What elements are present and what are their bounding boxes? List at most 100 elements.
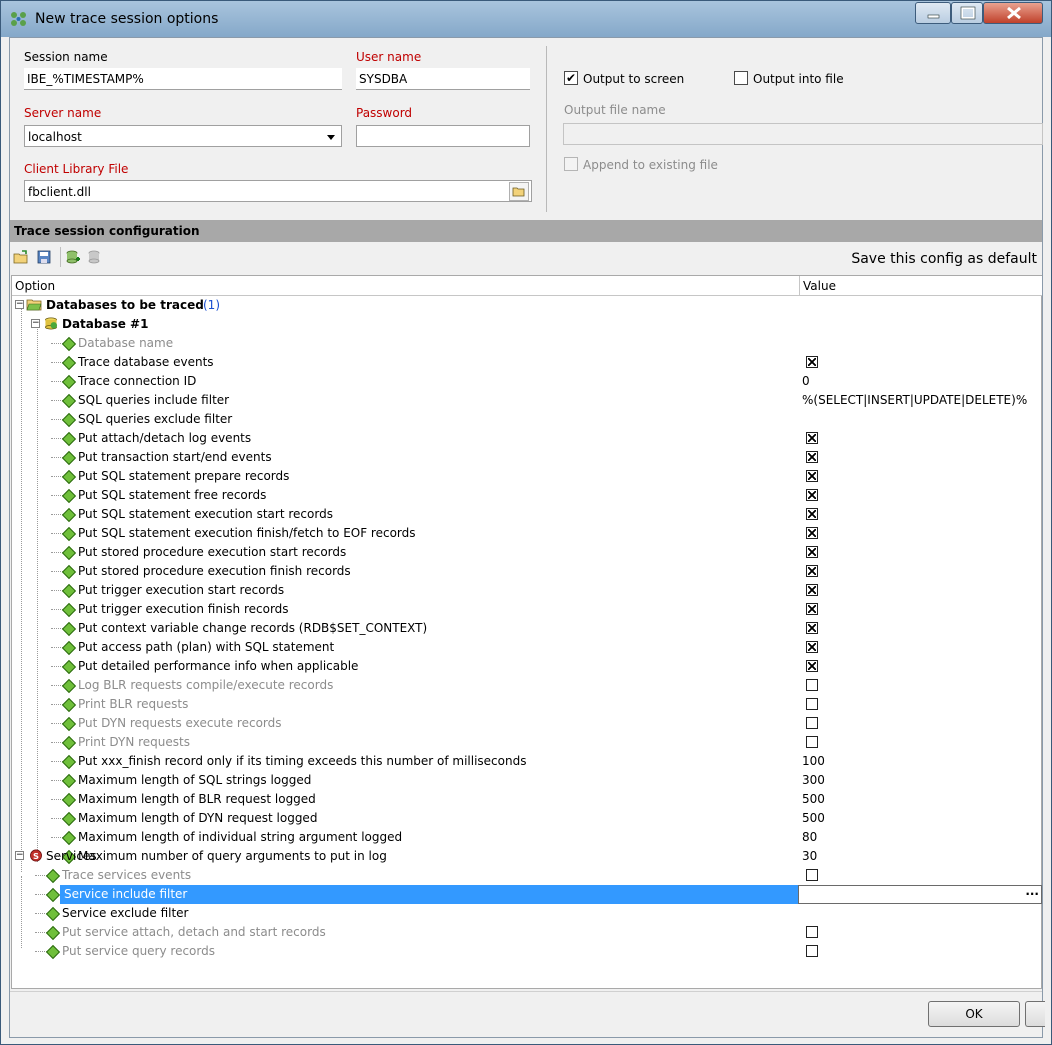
option-value-checkbox[interactable] xyxy=(806,679,818,691)
option-value-checkbox[interactable] xyxy=(806,717,818,729)
chevron-down-icon[interactable] xyxy=(322,127,340,146)
session-name-label: Session name xyxy=(24,50,108,64)
collapse-icon[interactable]: − xyxy=(31,319,40,328)
option-row[interactable]: Put trigger execution start records xyxy=(12,581,1042,600)
collapse-icon[interactable]: − xyxy=(15,851,24,860)
option-value[interactable]: 80 xyxy=(802,830,817,844)
option-row[interactable]: Maximum length of DYN request logged 500 xyxy=(12,809,1042,828)
option-row[interactable]: Put SQL statement execution start record… xyxy=(12,505,1042,524)
option-value-checkbox[interactable] xyxy=(806,356,818,368)
option-value-checkbox[interactable] xyxy=(806,622,818,634)
option-label: Service exclude filter xyxy=(62,906,189,920)
option-row[interactable]: Put SQL statement prepare records xyxy=(12,467,1042,486)
ellipsis-button[interactable]: ... xyxy=(1025,884,1039,898)
remove-database-icon[interactable] xyxy=(87,249,103,265)
option-row[interactable]: Put detailed performance info when appli… xyxy=(12,657,1042,676)
option-row[interactable]: Service include filter... xyxy=(12,884,1042,904)
option-value[interactable]: 300 xyxy=(802,773,825,787)
option-value-checkbox[interactable] xyxy=(806,527,818,539)
option-row[interactable]: Put SQL statement execution finish/fetch… xyxy=(12,524,1042,543)
option-value-checkbox[interactable] xyxy=(806,945,818,957)
cancel-button[interactable] xyxy=(1025,1001,1045,1027)
option-row[interactable]: SQL queries include filter %(SELECT|INSER… xyxy=(12,391,1042,410)
option-value-checkbox[interactable] xyxy=(806,451,818,463)
output-into-file-checkbox[interactable] xyxy=(734,71,748,85)
output-file-name-field[interactable] xyxy=(563,123,1043,145)
option-value-checkbox[interactable] xyxy=(806,489,818,501)
option-value-checkbox[interactable] xyxy=(806,432,818,444)
session-name-field[interactable]: IBE_%TIMESTAMP% xyxy=(24,68,342,90)
option-value[interactable]: 100 xyxy=(802,754,825,768)
option-row[interactable]: Log BLR requests compile/execute records xyxy=(12,676,1042,695)
option-value-checkbox[interactable] xyxy=(806,508,818,520)
tree-node-services[interactable]: − S Services xyxy=(12,847,1042,866)
add-database-icon[interactable] xyxy=(65,249,81,265)
minimize-button[interactable] xyxy=(915,2,951,24)
save-config-default-link[interactable]: Save this config as default xyxy=(851,251,1037,267)
append-checkbox[interactable] xyxy=(564,157,578,171)
option-diamond-icon xyxy=(61,469,77,485)
option-row[interactable]: Put stored procedure execution start rec… xyxy=(12,543,1042,562)
option-row[interactable]: Put context variable change records (RDB… xyxy=(12,619,1042,638)
option-row[interactable]: Maximum length of SQL strings logged 300 xyxy=(12,771,1042,790)
option-row[interactable]: Put service attach, detach and start rec… xyxy=(12,923,1042,942)
option-row[interactable]: Put xxx_finish record only if its timing… xyxy=(12,752,1042,771)
option-row[interactable]: Maximum length of individual string argu… xyxy=(12,828,1042,847)
maximize-button[interactable] xyxy=(951,2,983,24)
option-value-checkbox[interactable] xyxy=(806,660,818,672)
option-row[interactable]: Service exclude filter xyxy=(12,904,1042,923)
option-label: Put SQL statement free records xyxy=(78,488,267,502)
option-row[interactable]: Put attach/detach log events xyxy=(12,429,1042,448)
option-diamond-icon xyxy=(45,906,61,922)
option-row[interactable]: Put service query records xyxy=(12,942,1042,961)
option-label: Maximum length of SQL strings logged xyxy=(78,773,312,787)
option-value-checkbox[interactable] xyxy=(806,736,818,748)
column-header-option[interactable]: Option xyxy=(15,279,55,293)
option-value-checkbox[interactable] xyxy=(806,546,818,558)
close-button[interactable] xyxy=(983,2,1043,24)
option-row[interactable]: Put transaction start/end events xyxy=(12,448,1042,467)
config-toolbar: Save this config as default xyxy=(10,244,1042,272)
collapse-icon[interactable]: − xyxy=(15,300,24,309)
option-label: Trace services events xyxy=(62,868,192,882)
column-header-value[interactable]: Value xyxy=(799,276,839,296)
password-field[interactable] xyxy=(356,125,530,147)
option-row[interactable]: Trace connection ID 0 xyxy=(12,372,1042,391)
option-value-checkbox[interactable] xyxy=(806,584,818,596)
open-config-icon[interactable] xyxy=(13,249,29,265)
option-row[interactable]: Put access path (plan) with SQL statemen… xyxy=(12,638,1042,657)
option-value-checkbox[interactable] xyxy=(806,641,818,653)
option-value-checkbox[interactable] xyxy=(806,470,818,482)
server-name-combo[interactable]: localhost xyxy=(24,125,342,147)
open-folder-icon[interactable] xyxy=(509,182,529,201)
output-to-screen-checkbox[interactable]: ✔ xyxy=(564,71,578,85)
tree-node-databases[interactable]: − Databases to be traced (1) xyxy=(12,296,1042,315)
option-row[interactable]: Print DYN requests xyxy=(12,733,1042,752)
option-row[interactable]: Trace database events xyxy=(12,353,1042,372)
option-row[interactable]: Put DYN requests execute records xyxy=(12,714,1042,733)
save-config-icon[interactable] xyxy=(36,249,52,265)
tree-node-database-1[interactable]: − Database #1 xyxy=(12,315,1042,334)
option-row[interactable]: Maximum length of BLR request logged 500 xyxy=(12,790,1042,809)
ok-button[interactable]: OK xyxy=(928,1001,1020,1027)
option-value[interactable]: 500 xyxy=(802,792,825,806)
option-row[interactable]: Database name xyxy=(12,334,1042,353)
option-value-checkbox[interactable] xyxy=(806,698,818,710)
option-value-checkbox[interactable] xyxy=(806,603,818,615)
option-value-editor[interactable]: ... xyxy=(798,884,1042,904)
option-value[interactable]: 0 xyxy=(802,374,810,388)
append-label: Append to existing file xyxy=(583,158,718,172)
option-value-checkbox[interactable] xyxy=(806,926,818,938)
option-row[interactable]: Put stored procedure execution finish re… xyxy=(12,562,1042,581)
user-name-field[interactable]: SYSDBA xyxy=(356,68,530,90)
option-row[interactable]: Trace services events xyxy=(12,866,1042,885)
option-value[interactable]: %(SELECT|INSERT|UPDATE|DELETE)% xyxy=(802,393,1027,407)
option-value-checkbox[interactable] xyxy=(806,869,818,881)
option-row[interactable]: Print BLR requests xyxy=(12,695,1042,714)
option-value-checkbox[interactable] xyxy=(806,565,818,577)
option-value[interactable]: 500 xyxy=(802,811,825,825)
option-row[interactable]: Put trigger execution finish records xyxy=(12,600,1042,619)
option-row[interactable]: Put SQL statement free records xyxy=(12,486,1042,505)
option-row[interactable]: SQL queries exclude filter xyxy=(12,410,1042,429)
client-library-field[interactable]: fbclient.dll xyxy=(24,180,532,202)
